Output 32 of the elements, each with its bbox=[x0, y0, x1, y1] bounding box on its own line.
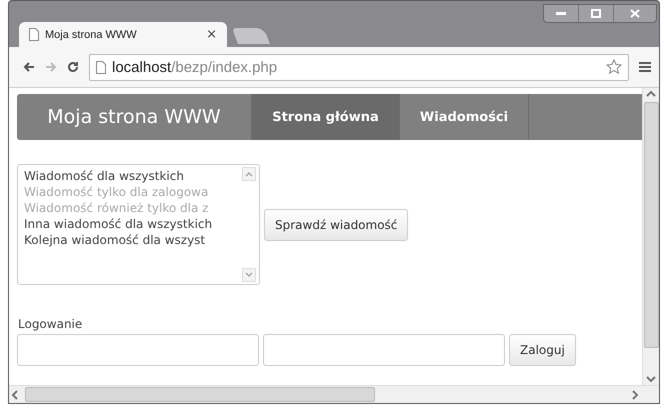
maximize-icon[interactable] bbox=[591, 9, 601, 18]
password-field[interactable] bbox=[263, 334, 505, 366]
page-icon bbox=[96, 60, 106, 74]
page-icon bbox=[29, 28, 39, 41]
scrollbar-thumb[interactable] bbox=[25, 387, 375, 402]
url-text: localhost/bezp/index.php bbox=[112, 58, 278, 76]
scroll-down-icon[interactable] bbox=[242, 268, 256, 282]
back-icon[interactable] bbox=[23, 61, 35, 73]
address-field[interactable]: localhost/bezp/index.php bbox=[89, 54, 629, 80]
scroll-up-icon[interactable] bbox=[242, 167, 256, 181]
minimize-icon[interactable] bbox=[556, 12, 566, 16]
new-tab-button[interactable] bbox=[232, 28, 270, 44]
star-icon[interactable] bbox=[606, 59, 622, 75]
message-option[interactable]: Wiadomość dla wszystkich bbox=[24, 168, 241, 184]
nav-link[interactable]: Strona główna bbox=[252, 94, 400, 140]
login-button[interactable]: Zaloguj bbox=[509, 334, 576, 366]
message-option[interactable]: Kolejna wiadomość dla wszyst bbox=[24, 232, 241, 248]
check-message-button[interactable]: Sprawdź wiadomość bbox=[264, 208, 408, 240]
close-icon[interactable]: × bbox=[206, 27, 217, 42]
scrollbar-thumb[interactable] bbox=[644, 102, 658, 348]
close-icon[interactable] bbox=[630, 9, 640, 18]
menu-icon[interactable] bbox=[639, 61, 651, 73]
tab-title: Moja strona WWW bbox=[45, 28, 138, 40]
message-option: Wiadomość również tylko dla z bbox=[24, 200, 241, 216]
nav-link[interactable]: Wiadomości bbox=[400, 94, 529, 140]
message-option[interactable]: Inna wiadomość dla wszystkich bbox=[24, 216, 241, 232]
browser-tab[interactable]: Moja strona WWW × bbox=[19, 22, 227, 47]
reload-icon[interactable] bbox=[67, 61, 79, 73]
forward-icon[interactable] bbox=[45, 61, 57, 73]
login-label: Logowanie bbox=[18, 317, 84, 331]
message-option: Wiadomość tylko dla zalogowa bbox=[24, 184, 241, 200]
username-field[interactable] bbox=[17, 334, 259, 366]
